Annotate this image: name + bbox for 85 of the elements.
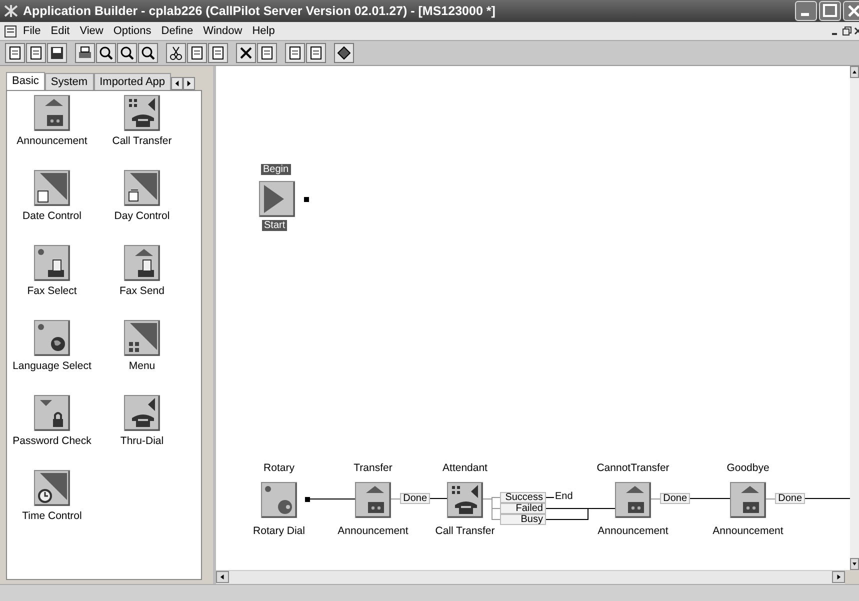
scroll-down-button[interactable] — [850, 558, 859, 570]
scroll-left-button[interactable] — [171, 77, 184, 90]
lock-icon[interactable] — [34, 395, 70, 431]
connector-line — [546, 497, 554, 498]
node-name: Transfer — [354, 462, 392, 474]
window-title: Application Builder - cplab226 (CallPilot Server Version 02.01.27) - [MS123000 *] — [23, 4, 496, 18]
node-name: Rotary — [264, 462, 294, 474]
document-icon[interactable] — [4, 24, 18, 38]
menu-item[interactable]: View — [74, 25, 108, 37]
palette-label: Password Check — [12, 435, 92, 447]
start-label: Start — [262, 220, 288, 231]
scissors-icon[interactable] — [166, 43, 186, 63]
palette-label: Thru-Dial — [120, 435, 164, 447]
list-icon[interactable] — [306, 43, 326, 63]
palette-label: Language Select — [12, 360, 92, 372]
scroll-left-button[interactable] — [216, 571, 229, 583]
menu-item[interactable]: Edit — [46, 25, 75, 37]
menu-item[interactable]: Options — [108, 25, 156, 37]
fax-icon[interactable] — [34, 245, 70, 281]
scroll-right-button[interactable] — [832, 571, 845, 583]
scroll-right-button[interactable] — [183, 77, 196, 90]
magnifier-icon[interactable] — [138, 43, 158, 63]
cassette-icon[interactable] — [615, 482, 651, 518]
fax-icon[interactable] — [124, 245, 160, 281]
node-name: CannotTransfer — [596, 462, 670, 474]
connector-line — [690, 498, 730, 499]
dial-icon[interactable] — [261, 482, 297, 518]
port-label[interactable]: Failed — [500, 503, 546, 514]
menu-item[interactable]: Define — [156, 25, 198, 37]
palette-label: Day Control — [114, 210, 170, 222]
app-icon — [4, 4, 18, 18]
connector-line — [430, 498, 448, 499]
keypad-icon[interactable] — [124, 320, 160, 356]
node-type: Call Transfer — [435, 525, 495, 537]
palette-label: Announcement — [16, 135, 88, 147]
palette-label: Fax Select — [27, 285, 77, 297]
close-button[interactable] — [853, 25, 859, 37]
node-type: Announcement — [338, 525, 408, 537]
port-label[interactable]: Success — [500, 492, 546, 503]
connector-line — [310, 498, 356, 500]
connector-line — [804, 498, 850, 499]
connector-line — [390, 498, 400, 500]
palette-label: Time Control — [22, 510, 82, 522]
end-label: End — [555, 491, 573, 502]
scroll-up-button[interactable] — [850, 66, 859, 78]
menu-item[interactable]: File — [18, 25, 46, 37]
delete-icon[interactable] — [236, 43, 256, 63]
node-name: Attendant — [442, 462, 488, 474]
restore-button[interactable] — [841, 25, 853, 37]
menu-item[interactable]: Help — [247, 25, 280, 37]
palette-label: Menu — [128, 360, 156, 372]
cassette-icon[interactable] — [355, 482, 391, 518]
save-icon[interactable] — [47, 43, 67, 63]
clock-icon[interactable] — [34, 470, 70, 506]
connector-line — [650, 498, 660, 500]
telephone-icon[interactable] — [447, 482, 483, 518]
tab[interactable]: Basic — [6, 72, 45, 90]
node-name: Goodbye — [726, 462, 770, 474]
tab[interactable]: System — [44, 73, 94, 90]
cassette-icon[interactable] — [730, 482, 766, 518]
palette-label: Fax Send — [120, 285, 164, 297]
connector-line — [766, 498, 776, 500]
port-label[interactable]: Done — [400, 493, 430, 504]
palette-label: Date Control — [22, 210, 82, 222]
maximize-button[interactable] — [819, 1, 841, 21]
palette-label: Call Transfer — [112, 135, 172, 147]
node-type: Rotary Dial — [253, 525, 305, 537]
port-label[interactable]: Done — [660, 493, 690, 504]
begin-label: Begin — [261, 164, 291, 175]
port-label[interactable]: Done — [775, 493, 805, 504]
close-button[interactable] — [843, 1, 859, 21]
zoom-out-icon[interactable] — [117, 43, 137, 63]
zoom-in-icon[interactable] — [96, 43, 116, 63]
menu-item[interactable]: Window — [198, 25, 248, 37]
cassette-icon[interactable] — [34, 95, 70, 131]
tab[interactable]: Imported App — [94, 73, 172, 90]
telephone-icon[interactable] — [124, 395, 160, 431]
node-type: Announcement — [712, 525, 784, 537]
node-type: Announcement — [598, 525, 668, 537]
telephone-icon[interactable] — [124, 95, 160, 131]
globe-icon[interactable] — [34, 320, 70, 356]
port-label[interactable]: Busy — [500, 514, 546, 525]
play-icon[interactable] — [259, 181, 295, 217]
minimize-button[interactable] — [795, 1, 817, 21]
printer-icon[interactable] — [75, 43, 95, 63]
